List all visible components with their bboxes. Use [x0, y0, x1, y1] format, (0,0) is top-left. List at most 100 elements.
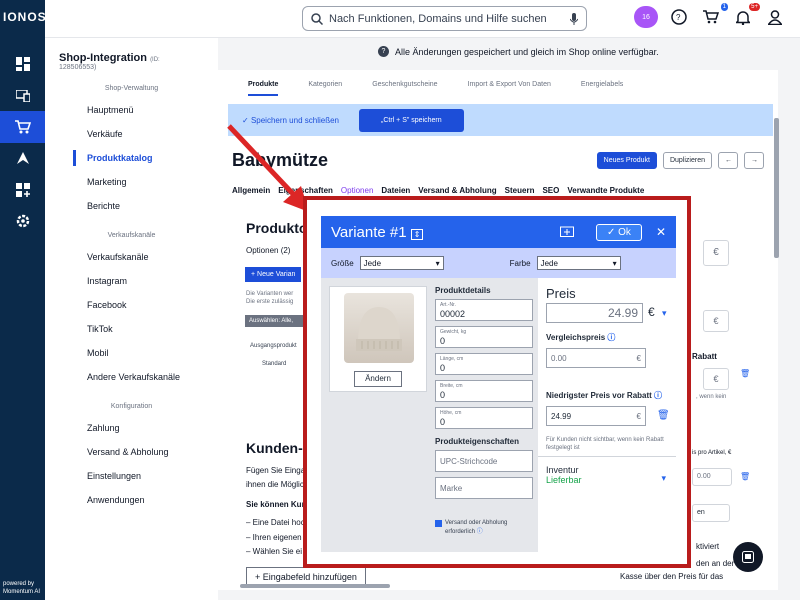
help-icon[interactable]: ? [378, 46, 389, 57]
compare-price-input[interactable]: 0.00 € [546, 348, 646, 368]
subtab-verwandte[interactable]: Verwandte Produkte [567, 186, 644, 195]
vertical-scrollbar[interactable] [774, 118, 779, 258]
sidebar-item-andere[interactable]: Andere Verkaufskanäle [45, 365, 218, 389]
ctrl-s-save-button[interactable]: „Ctrl + S" speichern [359, 108, 464, 132]
tab-geschenkgutscheine[interactable]: Geschenkgutscheine [372, 81, 437, 88]
size-select[interactable]: Jede ▾ [359, 256, 444, 270]
sidebar-item-facebook[interactable]: Facebook [45, 293, 218, 317]
tab-kategorien[interactable]: Kategorien [308, 81, 342, 88]
ok-button[interactable]: ✓ Ok [595, 223, 642, 241]
bg-preis-artikel: is pro Artikel, € [692, 450, 732, 456]
compare-price-label: Vergleichspreis ⓘ [546, 333, 616, 342]
tab-produkte[interactable]: Produkte [248, 81, 279, 96]
sidebar-item-berichte[interactable]: Berichte [45, 194, 218, 218]
floating-chat-button[interactable] [733, 542, 763, 572]
close-icon[interactable]: ✕ [656, 225, 666, 239]
subtab-optionen[interactable]: Optionen [341, 186, 373, 195]
devices-icon[interactable] [0, 80, 45, 112]
lowest-price-label: Niedrigster Preis vor Rabatt ⓘ [546, 391, 663, 400]
chevron-down-icon[interactable]: ▾ [661, 473, 666, 484]
bg-en-button[interactable]: en [692, 504, 730, 522]
bg-trash-icon-2[interactable]: 🗑 [740, 472, 750, 481]
sidebar-item-zahlung[interactable]: Zahlung [45, 416, 218, 440]
bg-trash-icon[interactable]: 🗑 [740, 369, 750, 378]
settings-gear-icon[interactable] [0, 205, 45, 237]
subtab-seo[interactable]: SEO [542, 186, 559, 195]
brand-input[interactable]: Marke [435, 477, 533, 499]
kunden-text-1: Fügen Sie Eingal [246, 466, 307, 475]
sidebar-item-hauptmenu[interactable]: Hauptmenü [45, 98, 218, 122]
length-field[interactable]: Länge, cm 0 [435, 353, 533, 375]
shop-id: 128506553) [59, 64, 97, 71]
image-add-icon[interactable] [559, 225, 574, 240]
shop-cart-icon[interactable] [0, 111, 45, 143]
arrow-left-icon[interactable]: ← [718, 152, 738, 169]
variant-dialog: Variante #1 ⇕ ✓ Ok ✕ Größe Jede ▾ Farbe J… [321, 216, 676, 552]
upc-input[interactable]: UPC-Strichcode [435, 450, 533, 472]
color-select[interactable]: Jede ▾ [536, 256, 621, 270]
sidebar-item-produktkatalog[interactable]: Produktkatalog [45, 146, 218, 170]
select-all-bar[interactable]: Auswählen: Alle, [245, 315, 303, 327]
chevron-down-icon[interactable]: ▾ [662, 308, 667, 319]
sidebar-title: Shop-Integration (ID: [59, 52, 160, 64]
horizontal-scrollbar[interactable] [240, 584, 390, 588]
bg-wenn-kein: , wenn kein [696, 394, 727, 400]
user-account-icon[interactable] [764, 6, 786, 28]
bg-euro-field-1[interactable]: € [703, 240, 729, 266]
sidebar-item-verkaufskanaele[interactable]: Verkaufskanäle [45, 245, 218, 269]
inventory-status: Lieferbar [546, 475, 582, 485]
width-field[interactable]: Breite, cm 0 [435, 380, 533, 402]
apps-icon[interactable] [0, 174, 45, 206]
chat-help-icon[interactable]: ? [668, 6, 690, 28]
change-image-button[interactable]: Ändern [354, 371, 402, 387]
price-input[interactable]: 24.99 [546, 303, 643, 323]
kunden-text-2: ihnen die Möglich [246, 480, 309, 489]
sku-field[interactable]: Art.-Nr. 00002 [435, 299, 533, 321]
sidebar-item-tiktok[interactable]: TikTok [45, 317, 218, 341]
subtab-steuern[interactable]: Steuern [505, 186, 535, 195]
cart-icon[interactable]: 1 [700, 3, 728, 28]
price-heading: Preis [546, 286, 576, 301]
option-filter-bar: Größe Jede ▾ Farbe Jede ▾ [321, 248, 676, 278]
lowest-price-input[interactable]: 24.99 € [546, 406, 646, 426]
dashboard-icon[interactable] [0, 48, 45, 80]
sidebar-item-verkaeufe[interactable]: Verkäufe [45, 122, 218, 146]
tab-import-export[interactable]: Import & Export Von Daten [468, 81, 551, 88]
top-bar: Nach Funktionen, Domains und Hilfe suche… [45, 0, 800, 38]
microphone-icon[interactable] [570, 12, 578, 25]
subtab-dateien[interactable]: Dateien [381, 186, 410, 195]
notifications-bell-icon[interactable]: 5+ [732, 3, 760, 28]
optionen-count[interactable]: Optionen (2) [246, 246, 290, 255]
variant-hint-1: Die Varianten wer [246, 291, 294, 297]
tab-energielabels[interactable]: Energielabels [581, 81, 623, 88]
chevron-down-icon: ▾ [435, 258, 440, 268]
subtab-versand[interactable]: Versand & Abholung [418, 186, 496, 195]
bg-preis-input[interactable]: 0.00 [692, 468, 732, 486]
sidebar-item-mobil[interactable]: Mobil [45, 341, 218, 365]
variant-hint-2: Die erste zulässig [246, 299, 294, 305]
variant-switch-icon[interactable]: ⇕ [410, 228, 424, 240]
bg-euro-field-2[interactable]: € [703, 310, 729, 332]
trash-icon[interactable]: 🗑 [657, 410, 670, 421]
variant-details-column: Ändern Produktdetails Art.-Nr. 00002 Gewi… [321, 278, 538, 552]
ai-assistant-button[interactable]: 16 [634, 6, 658, 28]
bg-euro-field-3[interactable]: € [703, 368, 729, 390]
weight-field[interactable]: Gewicht, kg 0 [435, 326, 533, 348]
new-product-button[interactable]: Neues Produkt [596, 152, 657, 169]
save-status-notice: ? Alle Änderungen gespeichert und gleich… [378, 46, 659, 57]
checkbox-checked[interactable] [435, 520, 442, 527]
sidebar-item-instagram[interactable]: Instagram [45, 269, 218, 293]
height-field[interactable]: Höhe, cm 0 [435, 407, 533, 429]
sidebar-item-marketing[interactable]: Marketing [45, 170, 218, 194]
new-variant-button[interactable]: + Neue Varian [245, 267, 302, 282]
marketing-icon[interactable] [0, 142, 45, 174]
search-input[interactable]: Nach Funktionen, Domains und Hilfe suche… [302, 6, 587, 31]
inventory-section[interactable]: Inventur Lieferbar ▾ [538, 456, 676, 493]
arrow-right-icon[interactable]: → [744, 152, 764, 169]
cart-badge: 1 [720, 3, 728, 11]
duplicate-button[interactable]: Duplizieren [662, 152, 712, 169]
sidebar-item-einstellungen[interactable]: Einstellungen [45, 464, 218, 488]
sidebar-item-versand[interactable]: Versand & Abholung [45, 440, 218, 464]
sidebar-item-anwendungen[interactable]: Anwendungen [45, 488, 218, 512]
shipping-required-checkbox[interactable]: Versand oder Abholung erforderlich ⓘ [435, 520, 507, 535]
